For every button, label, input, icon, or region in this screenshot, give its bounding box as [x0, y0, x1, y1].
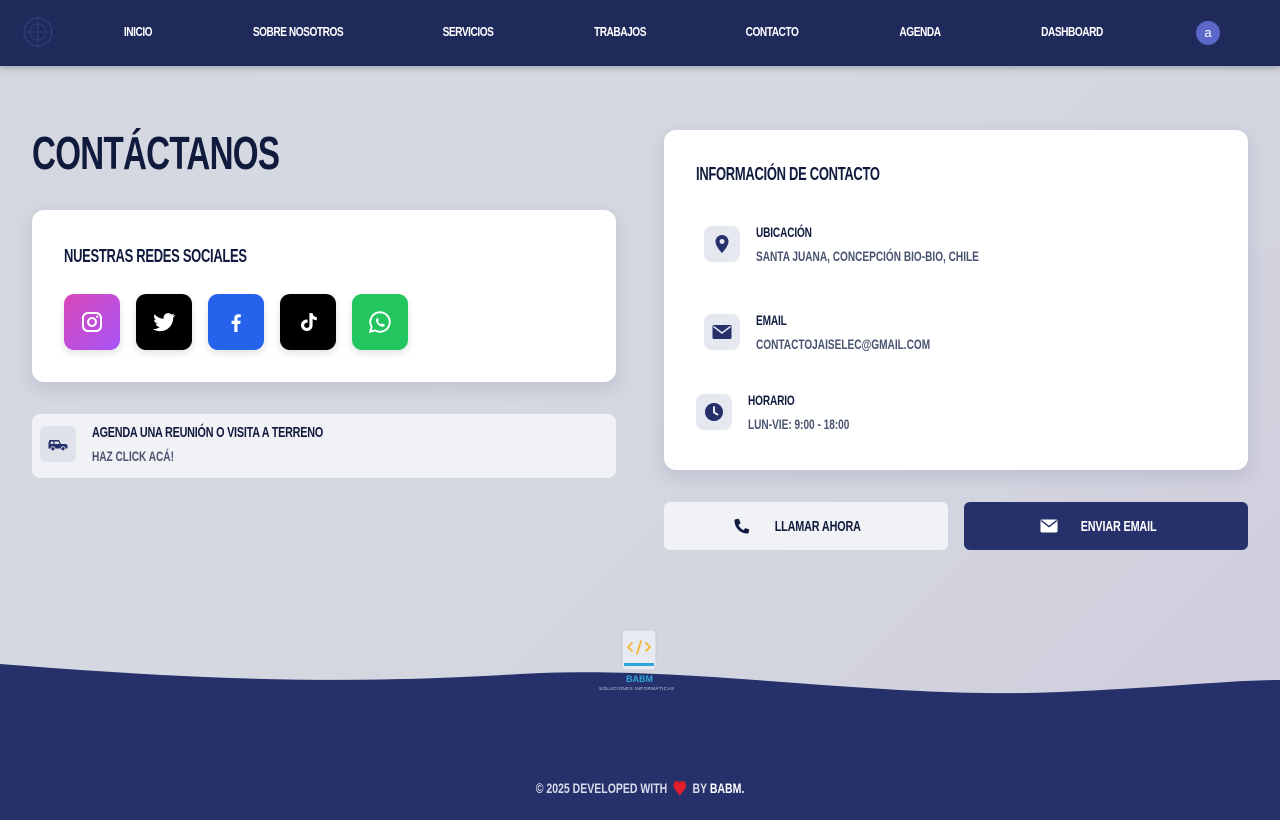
map-pin-icon	[715, 235, 729, 253]
social-card: NUESTRAS REDES SOCIALES	[32, 210, 616, 382]
envelope-icon	[712, 325, 732, 339]
agenda-title: AGENDA UNA REUNIÓN O VISITA A TERRENO	[92, 424, 324, 441]
footer-credits: © 2025 DEVELOPED WITH BY BABM.	[0, 780, 1280, 796]
facebook-button[interactable]	[208, 294, 264, 350]
clock-icon	[705, 403, 723, 421]
agenda-link-card[interactable]: AGENDA UNA REUNIÓN O VISITA A TERRENO HA…	[32, 414, 616, 478]
send-email-label: ENVIAR EMAIL	[1081, 517, 1157, 535]
twitter-icon	[152, 313, 176, 332]
hours-icon-box	[696, 394, 732, 430]
whatsapp-button[interactable]	[352, 294, 408, 350]
nav-item-servicios[interactable]: SERVICIOS	[437, 22, 499, 42]
agenda-subtitle: HAZ CLICK ACÁ!	[92, 448, 174, 464]
agenda-icon-box	[40, 426, 76, 462]
nav-item-contacto[interactable]: CONTACTO	[741, 22, 803, 42]
contact-info-card: INFORMACIÓN DE CONTACTO UBICACIÓN SANTA …	[664, 130, 1248, 470]
location-value: SANTA JUANA, CONCEPCIÓN BIO-BIO, CHILE	[756, 248, 979, 264]
email-icon-box	[704, 314, 740, 350]
instagram-button[interactable]	[64, 294, 120, 350]
instagram-icon	[82, 312, 102, 332]
facebook-icon	[231, 314, 241, 332]
site-logo-icon[interactable]	[22, 16, 54, 48]
page-title: CONTÁCTANOS	[32, 127, 280, 179]
footer-brand-link[interactable]: BABM.	[710, 780, 744, 796]
tiktok-icon	[301, 313, 317, 331]
user-avatar[interactable]: a	[1196, 21, 1220, 45]
email-value[interactable]: CONTACTOJAISELEC@GMAIL.COM	[756, 336, 930, 352]
babm-logo-subtext: SOLUCIONES INFORMÁTICAS	[599, 685, 674, 691]
nav-item-sobre-nosotros[interactable]: SOBRE NOSOTROS	[251, 22, 345, 42]
nav-item-dashboard[interactable]: DASHBOARD	[1036, 22, 1108, 42]
heart-icon	[673, 780, 687, 796]
whatsapp-icon	[368, 311, 391, 334]
nav-item-inicio[interactable]: INICIO	[115, 22, 162, 42]
call-now-button[interactable]: LLAMAR AHORA	[664, 502, 948, 550]
tiktok-button[interactable]	[280, 294, 336, 350]
call-now-label: LLAMAR AHORA	[774, 517, 862, 535]
location-label: UBICACIÓN	[756, 224, 812, 240]
send-email-button[interactable]: ENVIAR EMAIL	[964, 502, 1248, 550]
truck-icon	[48, 440, 68, 451]
twitter-button[interactable]	[136, 294, 192, 350]
location-icon-box	[704, 226, 740, 262]
footer-prefix: © 2025 DEVELOPED WITH	[535, 780, 668, 796]
envelope-icon	[1040, 519, 1058, 533]
navbar: INICIO SOBRE NOSOTROS SERVICIOS TRABAJOS…	[0, 0, 1280, 66]
contact-info-title: INFORMACIÓN DE CONTACTO	[696, 164, 880, 184]
nav-item-trabajos[interactable]: TRABAJOS	[590, 22, 649, 42]
footer-by: BY	[692, 780, 707, 796]
social-card-title: NUESTRAS REDES SOCIALES	[64, 246, 247, 266]
hours-label: HORARIO	[748, 392, 795, 408]
email-label: EMAIL	[756, 312, 787, 328]
babm-logo-text: BABM	[626, 674, 653, 684]
babm-logo[interactable]: BABM SOLUCIONES INFORMÁTICAS	[596, 628, 684, 694]
hours-value: LUN-VIE: 9:00 - 18:00	[748, 416, 850, 432]
nav-item-agenda[interactable]: AGENDA	[893, 22, 946, 42]
phone-icon	[734, 518, 750, 534]
